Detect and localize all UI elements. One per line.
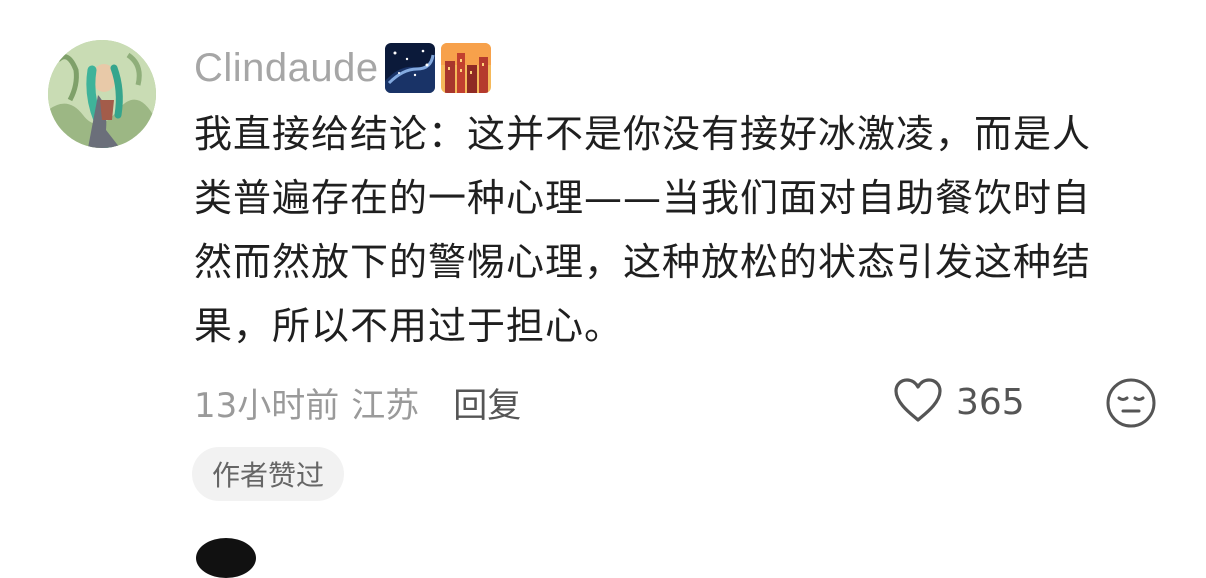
comment-time: 13小时前 xyxy=(194,385,340,426)
next-comment-avatar[interactable] xyxy=(196,538,256,578)
user-avatar[interactable] xyxy=(48,40,156,148)
comment-text: 我直接给结论：这并不是你没有接好冰激凌，而是人 类普遍存在的一种心理——当我们面… xyxy=(194,112,1092,348)
emoji-reaction-button[interactable] xyxy=(1104,376,1158,430)
like-button[interactable]: 365 xyxy=(892,374,1025,430)
username[interactable]: Clindaude xyxy=(194,46,379,91)
night-sky-badge-icon xyxy=(384,43,435,93)
emoji-face-icon xyxy=(1106,378,1156,428)
username-row: Clindaude xyxy=(194,40,491,96)
city-sunset-badge-icon xyxy=(440,43,491,93)
reply-button[interactable]: 回复 xyxy=(453,378,521,427)
like-count: 365 xyxy=(956,381,1025,423)
author-liked-badge: 作者赞过 xyxy=(192,447,345,501)
comment-location: 江苏 xyxy=(351,385,420,426)
comment-meta: 13小时前 江苏 回复 xyxy=(194,374,521,430)
heart-outline-icon xyxy=(892,377,944,427)
